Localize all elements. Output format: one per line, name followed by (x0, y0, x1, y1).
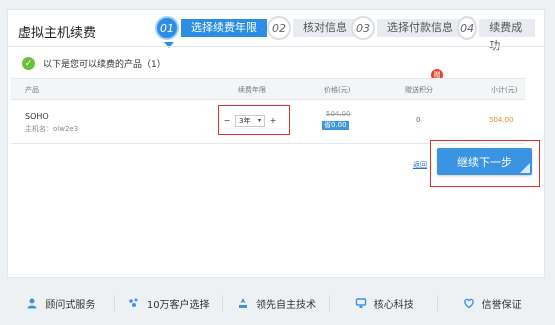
back-link[interactable]: 返回 (413, 160, 427, 170)
step-2: 02 核对信息 (267, 16, 357, 40)
step-number: 03 (351, 16, 375, 40)
feature-item: 顾问式服务 (7, 295, 115, 311)
col-points: 赠送积分 (405, 86, 433, 94)
feature-item: 信誉保证 (438, 295, 545, 311)
original-price: 504.00 (326, 110, 351, 118)
step-number: 01 (155, 16, 179, 40)
core-icon (354, 296, 368, 310)
plus-button[interactable]: + (268, 116, 278, 125)
notice: ✓ 以下是您可以续费的产品（1） (22, 57, 166, 70)
notice-text: 以下是您可以续费的产品（1） (43, 60, 166, 70)
years-stepper: − 3年 ▾ + (222, 114, 278, 127)
step-1: 01 选择续费年限 (155, 16, 267, 48)
minus-button[interactable]: − (222, 116, 232, 125)
col-subtotal: 小计(元) (491, 86, 518, 94)
person-icon (25, 296, 39, 310)
users-icon (127, 296, 141, 310)
step-4: 04 续费成功 (457, 16, 535, 52)
feature-label: 领先自主技术 (255, 299, 316, 311)
feature-bar: 顾问式服务 10万客户选择 领先自主技术 核心科技 信誉保证 (7, 288, 545, 318)
step-number: 04 (457, 16, 478, 40)
page-title: 虚拟主机续费 (18, 26, 97, 41)
next-step-button[interactable]: 继续下一步 (437, 148, 532, 175)
check-icon: ✓ (22, 57, 35, 70)
col-years: 续费年限 (238, 86, 266, 94)
points-value: 0 (416, 116, 421, 124)
save-badge: 省0.00 (322, 121, 349, 130)
years-value: 3年 (239, 116, 251, 125)
step-label: 选择付款信息 (377, 19, 463, 37)
step-label: 选择续费年限 (181, 19, 267, 37)
heart-shield-icon (462, 296, 476, 310)
subtotal-value: 504.00 (489, 116, 514, 124)
step-3: 03 选择付款信息 (351, 16, 463, 40)
col-product: 产品 (25, 86, 39, 94)
feature-item: 领先自主技术 (223, 295, 331, 311)
corner-fold-icon (520, 163, 530, 173)
step-progress: 01 选择续费年限 02 核对信息 03 选择付款信息 04 续费成功 (155, 15, 535, 52)
step-number: 02 (267, 16, 291, 40)
tech-icon (236, 296, 250, 310)
years-select[interactable]: 3年 ▾ (235, 114, 265, 127)
feature-item: 10万客户选择 (115, 295, 223, 311)
next-step-label: 继续下一步 (457, 155, 512, 169)
col-price: 价格(元) (324, 86, 351, 94)
step-label: 核对信息 (293, 19, 357, 37)
feature-label: 10万客户选择 (146, 299, 210, 311)
product-name: SOHO (25, 112, 49, 121)
step-label: 续费成功 (479, 19, 535, 52)
host-name: 主机名：olw2e3 (25, 125, 79, 133)
feature-label: 顾问式服务 (45, 299, 96, 311)
feature-label: 信誉保证 (481, 299, 522, 311)
table-header: 产品 续费年限 价格(元) 赠送积分 小计(元) (11, 78, 525, 100)
chevron-down-icon: ▾ (257, 116, 261, 124)
divider (8, 46, 544, 47)
step-pointer-icon (164, 42, 174, 48)
feature-item: 核心科技 (330, 295, 439, 311)
feature-label: 核心科技 (373, 299, 414, 311)
